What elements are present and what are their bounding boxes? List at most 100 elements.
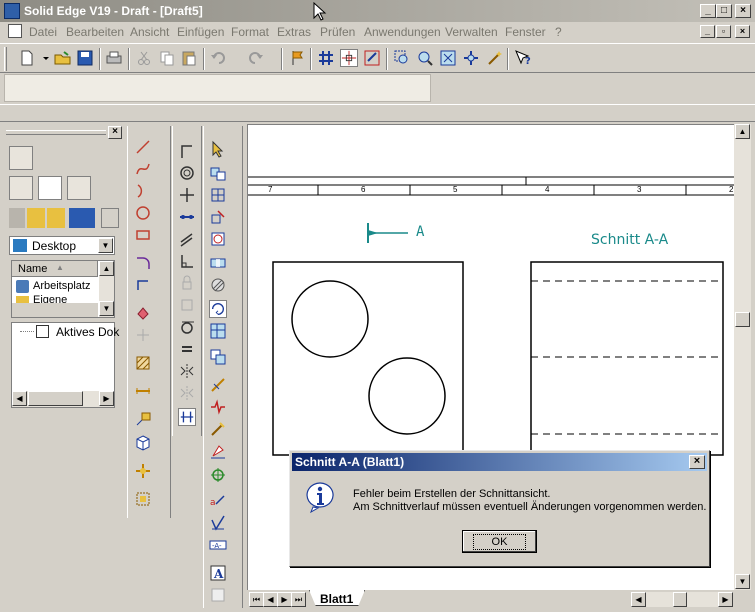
new-folder-icon[interactable] xyxy=(47,208,65,228)
curve-tool-icon[interactable] xyxy=(134,160,152,178)
menu-datei[interactable]: Datei xyxy=(29,25,57,39)
undo-icon[interactable] xyxy=(210,49,228,67)
menu-einfuegen[interactable]: Einfügen xyxy=(177,25,224,39)
menu-verwalten[interactable]: Verwalten xyxy=(445,25,498,39)
weld-symbol-icon[interactable] xyxy=(209,420,227,438)
scroll-thumb[interactable] xyxy=(28,391,83,406)
wand-icon[interactable] xyxy=(486,49,504,67)
array-tool-icon[interactable] xyxy=(134,326,152,344)
update-views-icon[interactable] xyxy=(209,348,227,366)
minimize-button[interactable]: _ xyxy=(700,4,716,18)
pane-close-button[interactable]: × xyxy=(108,126,122,139)
circle-tool-icon[interactable] xyxy=(134,204,152,222)
list-item[interactable]: Eigene Dateien xyxy=(12,295,98,303)
offset-tool-icon[interactable] xyxy=(134,276,152,294)
rectangle-tool-icon[interactable] xyxy=(134,226,152,244)
rigid-set-icon[interactable] xyxy=(178,296,196,314)
parallel-relation-icon[interactable] xyxy=(178,230,196,248)
auxiliary-view-icon[interactable] xyxy=(209,208,227,226)
library-tab-icon[interactable] xyxy=(9,146,33,170)
horizontal-vertical-icon[interactable] xyxy=(178,186,196,204)
menu-bearbeiten[interactable]: Bearbeiten xyxy=(66,25,124,39)
prev-sheet-icon[interactable]: ◀ xyxy=(263,592,278,607)
solid-edge-app-icon[interactable] xyxy=(4,3,20,19)
revolved-section-icon[interactable] xyxy=(209,300,227,318)
select-tool-icon[interactable] xyxy=(209,140,227,158)
cutting-plane-icon[interactable] xyxy=(209,376,227,394)
concentric-relation-icon[interactable] xyxy=(178,164,196,182)
menu-format[interactable]: Format xyxy=(231,25,269,39)
symmetric-relation-icon[interactable] xyxy=(178,362,196,380)
zoom-area-icon[interactable] xyxy=(393,49,411,67)
lock-relation-icon[interactable] xyxy=(178,274,196,292)
menu-fenster[interactable]: Fenster xyxy=(505,25,546,39)
arc-tool-icon[interactable] xyxy=(134,182,152,200)
center-mark-icon[interactable] xyxy=(209,466,227,484)
view-options-icon[interactable] xyxy=(69,208,95,228)
move-tool-icon[interactable] xyxy=(134,462,152,480)
edge-painter-icon[interactable] xyxy=(209,442,227,460)
flag-icon[interactable] xyxy=(288,49,306,67)
pan-icon[interactable] xyxy=(462,49,480,67)
tangent-relation-icon[interactable] xyxy=(178,318,196,336)
detail-view-icon[interactable] xyxy=(209,230,227,248)
selection-tab-icon[interactable] xyxy=(67,176,91,200)
toolbar-grip[interactable] xyxy=(4,47,7,71)
pane-grip[interactable] xyxy=(6,130,106,135)
scroll-up-icon[interactable]: ▲ xyxy=(735,124,750,139)
scroll-right-icon[interactable]: ▶ xyxy=(718,592,733,607)
up-folder-icon[interactable] xyxy=(9,208,25,228)
fit-icon[interactable] xyxy=(439,49,457,67)
smart-dimension-icon[interactable]: a xyxy=(209,492,227,510)
front-view-outline[interactable] xyxy=(272,261,464,456)
collinear-relation-icon[interactable] xyxy=(178,208,196,226)
menu-extras[interactable]: Extras xyxy=(277,25,311,39)
column-header-name[interactable]: Name ▲ xyxy=(12,261,98,277)
dimension-axis-icon[interactable]: -A- xyxy=(209,536,227,554)
hatch-tool-icon[interactable] xyxy=(134,354,152,372)
fill-tool-icon[interactable] xyxy=(134,304,152,322)
broken-view-icon[interactable] xyxy=(209,254,227,272)
scroll-up-icon[interactable]: ▲ xyxy=(99,261,114,276)
principal-view-icon[interactable] xyxy=(209,186,227,204)
whats-this-help-icon[interactable]: ? xyxy=(514,49,532,67)
section-view-icon[interactable] xyxy=(209,276,227,294)
ok-button[interactable]: OK xyxy=(462,530,537,553)
section-view-outline[interactable] xyxy=(530,261,724,456)
section-view-title[interactable]: Schnitt A-A xyxy=(591,232,668,248)
first-sheet-icon[interactable]: ⏮ xyxy=(249,592,264,607)
group-tool-icon[interactable] xyxy=(134,490,152,508)
redo-icon[interactable] xyxy=(246,49,264,67)
perpendicular-relation-icon[interactable] xyxy=(178,252,196,270)
drawing-view-layout-icon[interactable] xyxy=(209,322,227,340)
scroll-down-icon[interactable]: ▼ xyxy=(99,301,114,316)
maximize-button[interactable]: □ xyxy=(716,4,732,18)
scroll-down-icon[interactable]: ▼ xyxy=(735,574,750,589)
maintain-relations-icon[interactable] xyxy=(178,408,196,426)
zoom-icon[interactable] xyxy=(416,49,434,67)
vertical-scrollbar[interactable]: ▲ ▼ xyxy=(734,124,751,590)
surface-texture-icon[interactable] xyxy=(209,514,227,532)
save-icon[interactable] xyxy=(76,49,94,67)
scroll-left-icon[interactable]: ◀ xyxy=(12,391,27,406)
break-line-icon[interactable] xyxy=(209,398,227,416)
section-marker-label[interactable]: A xyxy=(416,224,424,240)
connect-relation-icon[interactable] xyxy=(178,142,196,160)
dialog-title-bar[interactable]: Schnitt A-A (Blatt1) × xyxy=(292,453,707,471)
scroll-left-icon[interactable]: ◀ xyxy=(631,592,646,607)
scroll-thumb[interactable] xyxy=(735,312,750,327)
callout-tool-icon[interactable] xyxy=(134,410,152,428)
hscroll-thumb[interactable] xyxy=(673,592,687,607)
properties-text-icon[interactable] xyxy=(209,586,227,604)
fillet-tool-icon[interactable] xyxy=(134,254,152,272)
folder-icon[interactable] xyxy=(27,208,45,228)
tree-hscrollbar[interactable]: ◀ ▶ xyxy=(12,391,114,407)
list-hscrollbar[interactable] xyxy=(12,303,98,317)
menu-anwendungen[interactable]: Anwendungen xyxy=(364,25,441,39)
symmetry-axis-icon[interactable] xyxy=(178,384,196,402)
cube-tool-icon[interactable] xyxy=(134,434,152,452)
view-wizard-icon[interactable] xyxy=(209,164,227,182)
list-scrollbar[interactable]: ▲ ▼ xyxy=(99,261,114,317)
dialog-close-button[interactable]: × xyxy=(689,455,705,469)
hole-circle[interactable] xyxy=(368,357,446,435)
